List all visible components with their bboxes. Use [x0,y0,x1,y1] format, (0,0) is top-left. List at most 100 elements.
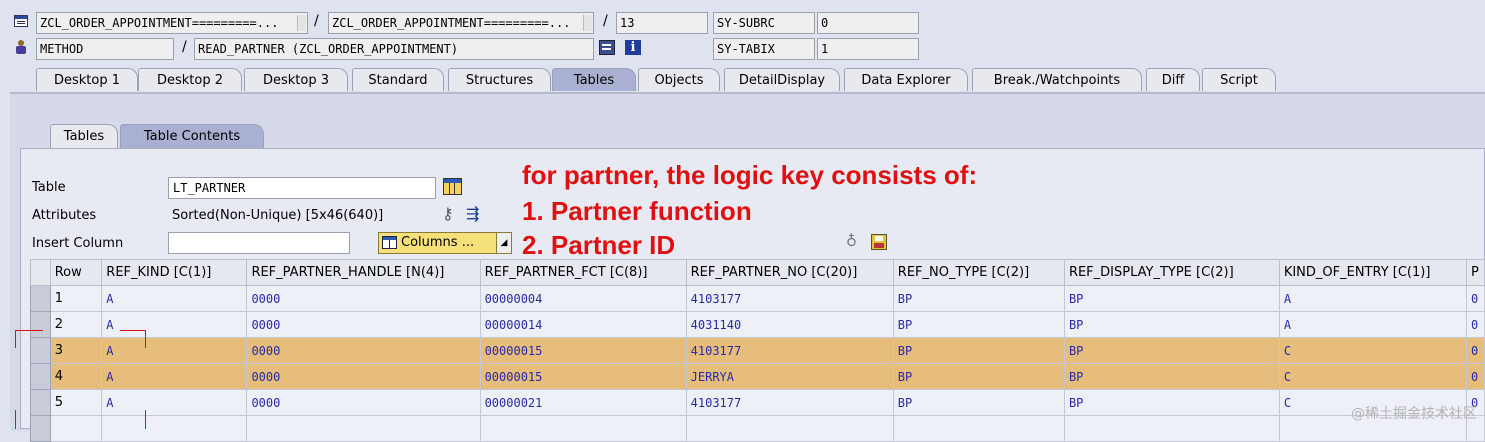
source-icon[interactable] [599,40,615,55]
event-name-field[interactable]: READ_PARTNER (ZCL_ORDER_APPOINTMENT) [194,38,594,60]
cell-ref-partner-no[interactable]: JERRYA [685,363,894,390]
cell-ref-partner-fct[interactable]: 00000015 [479,363,687,390]
cell-ref-no-type[interactable]: BP [892,337,1065,364]
annotation-bracket-line [15,330,16,348]
table-row[interactable]: 5 A 0000 00000021 4103177 BP BP C 0 [30,389,1485,416]
tab-diff[interactable]: Diff [1146,68,1200,91]
program-field-1[interactable]: ZCL_ORDER_APPOINTMENT=========... [36,12,308,34]
cell-ref-partner-no[interactable]: 4103177 [685,285,894,312]
column-header-row[interactable]: Row [49,259,103,286]
table-row[interactable]: 3 A 0000 00000015 4103177 BP BP C 0 [30,337,1485,364]
cell-ref-partner-handle[interactable]: 0000 [246,363,481,390]
annotation-line-2: 1. Partner function [522,196,752,226]
cell-ref-partner-no[interactable]: 4103177 [685,337,894,364]
cell-ref-partner-no[interactable]: 4103177 [685,389,894,416]
table-row[interactable]: 1 A 0000 00000004 4103177 BP BP A 0 [30,285,1485,312]
cell-ref-partner-no[interactable]: 4031140 [685,311,894,338]
annotation-bracket-line [145,330,146,348]
row-selector[interactable] [30,285,51,312]
cell-ref-no-type[interactable]: BP [892,363,1065,390]
cell-row: 5 [49,389,103,416]
column-header-ref-no-type[interactable]: REF_NO_TYPE [C(2)] [892,259,1065,286]
tab-tables[interactable]: Tables [552,68,636,91]
info-icon[interactable]: i [625,40,641,55]
sy-tabix-value[interactable]: 1 [817,38,919,60]
cell-p[interactable]: 0 [1465,311,1485,338]
tab-desktop-3[interactable]: Desktop 3 [244,68,348,91]
event-type-field[interactable]: METHOD [36,38,174,60]
row-selector[interactable] [30,311,51,338]
tab-detaildisplay[interactable]: DetailDisplay [724,68,840,91]
program-field-2[interactable]: ZCL_ORDER_APPOINTMENT=========... [328,12,594,34]
cell-ref-partner-fct[interactable]: 00000021 [479,389,687,416]
table-display-icon[interactable] [443,178,462,195]
table-contents-grid: Row REF_KIND [C(1)] REF_PARTNER_HANDLE [… [30,259,1485,442]
row-selector[interactable] [30,337,51,364]
cell-ref-kind[interactable]: A [101,389,248,416]
cell-ref-partner-fct[interactable]: 00000015 [479,337,687,364]
cell-p[interactable]: 0 [1465,285,1485,312]
cell-kind-of-entry[interactable]: A [1278,311,1467,338]
attributes-value: Sorted(Non-Unique) [5x46(640)] [172,208,384,223]
insert-column-input[interactable] [168,232,350,254]
lightbulb-icon[interactable]: ♁ [846,232,857,250]
cell-ref-partner-handle[interactable]: 0000 [246,389,481,416]
cell-ref-display-type[interactable]: BP [1063,285,1280,312]
column-header-ref-partner-no[interactable]: REF_PARTNER_NO [C(20)] [685,259,894,286]
row-selector[interactable] [30,363,51,390]
save-icon[interactable] [871,234,887,250]
column-header-ref-partner-handle[interactable]: REF_PARTNER_HANDLE [N(4)] [246,259,481,286]
tab-objects[interactable]: Objects [638,68,720,91]
grid-header-row: Row REF_KIND [C(1)] REF_PARTNER_HANDLE [… [30,259,1485,286]
cell-ref-display-type[interactable]: BP [1063,363,1280,390]
cell-ref-partner-fct[interactable]: 00000014 [479,311,687,338]
sy-subrc-value[interactable]: 0 [817,12,919,34]
column-header-ref-display-type[interactable]: REF_DISPLAY_TYPE [C(2)] [1063,259,1280,286]
cell-ref-partner-fct[interactable]: 00000004 [479,285,687,312]
cell-ref-kind[interactable]: A [101,337,248,364]
row-selector-header[interactable] [30,259,51,286]
key-icon[interactable]: ⚷ [442,204,454,223]
sy-tabix-label: SY-TABIX [713,38,815,60]
table-name-input[interactable]: LT_PARTNER [168,177,436,199]
columns-button[interactable]: Columns ... ◢ [378,232,512,254]
cell-kind-of-entry[interactable]: C [1278,337,1467,364]
column-header-ref-kind[interactable]: REF_KIND [C(1)] [101,259,248,286]
cell-p[interactable]: 0 [1465,363,1485,390]
cell-ref-display-type[interactable]: BP [1063,337,1280,364]
cell-ref-partner-handle[interactable]: 0000 [246,285,481,312]
tab-break-watchpoints[interactable]: Break./Watchpoints [972,68,1142,91]
tab-desktop-1[interactable]: Desktop 1 [36,68,138,91]
cell-ref-no-type[interactable]: BP [892,389,1065,416]
tab-structures[interactable]: Structures [448,68,551,91]
cell-kind-of-entry[interactable]: A [1278,285,1467,312]
cell-row: 3 [49,337,103,364]
subtab-tables[interactable]: Tables [50,124,118,148]
cell-ref-no-type[interactable]: BP [892,285,1065,312]
table-row[interactable]: 4 A 0000 00000015 JERRYA BP BP C 0 [30,363,1485,390]
cell-ref-partner-handle[interactable]: 0000 [246,311,481,338]
tab-script[interactable]: Script [1202,68,1276,91]
cell-ref-partner-handle[interactable]: 0000 [246,337,481,364]
cell-ref-no-type[interactable]: BP [892,311,1065,338]
table-row[interactable]: 2 A 0000 00000014 4031140 BP BP A 0 [30,311,1485,338]
cell-ref-display-type[interactable]: BP [1063,389,1280,416]
tab-data-explorer[interactable]: Data Explorer [844,68,968,91]
usb-icon[interactable]: ⇶ [466,204,479,223]
tab-desktop-2[interactable]: Desktop 2 [138,68,242,91]
chevron-down-icon: ◢ [496,233,511,253]
line-number-field[interactable]: 13 [616,12,708,34]
cell-ref-display-type[interactable]: BP [1063,311,1280,338]
tab-standard[interactable]: Standard [352,68,444,91]
annotation-line-3: 2. Partner ID [522,230,676,260]
column-header-ref-partner-fct[interactable]: REF_PARTNER_FCT [C(8)] [479,259,687,286]
cell-p[interactable]: 0 [1465,337,1485,364]
subtab-table-contents[interactable]: Table Contents [120,124,264,148]
column-header-kind-of-entry[interactable]: KIND_OF_ENTRY [C(1)] [1278,259,1467,286]
cell-ref-kind[interactable]: A [101,285,248,312]
cell-kind-of-entry[interactable]: C [1278,363,1467,390]
column-header-p[interactable]: P [1465,259,1485,286]
row-selector[interactable] [30,389,51,416]
cell-ref-kind[interactable]: A [101,363,248,390]
cell-ref-kind[interactable]: A [101,311,248,338]
